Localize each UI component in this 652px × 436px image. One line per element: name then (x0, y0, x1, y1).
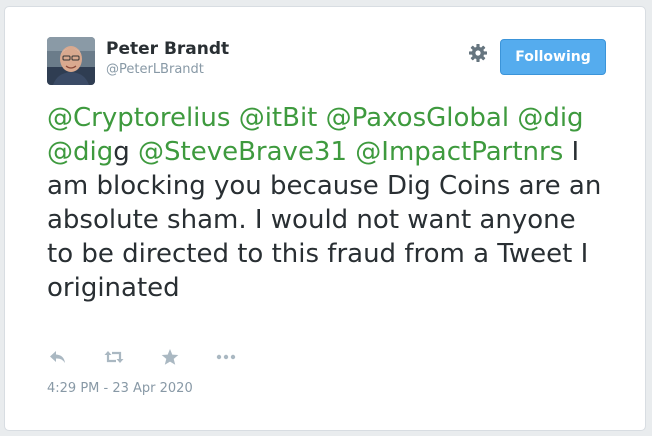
mention-link[interactable]: @SteveBrave31 (138, 137, 347, 167)
mention-link[interactable]: @dig (517, 103, 583, 133)
gear-icon[interactable] (467, 42, 489, 64)
retweet-icon[interactable] (103, 347, 125, 367)
mention-link[interactable]: @PaxosGlobal (326, 103, 509, 133)
tweet-text: @Cryptorelius @itBit @PaxosGlobal @dig @… (47, 101, 607, 305)
author-name[interactable]: Peter Brandt (106, 39, 229, 59)
mention-link[interactable]: @Cryptorelius (47, 103, 230, 133)
author-handle[interactable]: @PeterLBrandt (106, 62, 204, 77)
avatar[interactable] (47, 37, 95, 85)
mention-link[interactable]: @ImpactPartnrs (355, 137, 563, 167)
favorite-icon[interactable] (159, 347, 181, 367)
following-button[interactable]: Following (500, 39, 606, 75)
mention-link[interactable]: @itBit (239, 103, 318, 133)
tweet-text-fragment: g (113, 137, 130, 167)
more-icon[interactable] (215, 347, 237, 367)
tweet-timestamp[interactable]: 4:29 PM - 23 Apr 2020 (47, 381, 193, 396)
reply-icon[interactable] (47, 347, 69, 367)
tweet-card: Peter Brandt @PeterLBrandt Following @Cr… (4, 6, 646, 431)
mention-link[interactable]: @dig (47, 137, 113, 167)
